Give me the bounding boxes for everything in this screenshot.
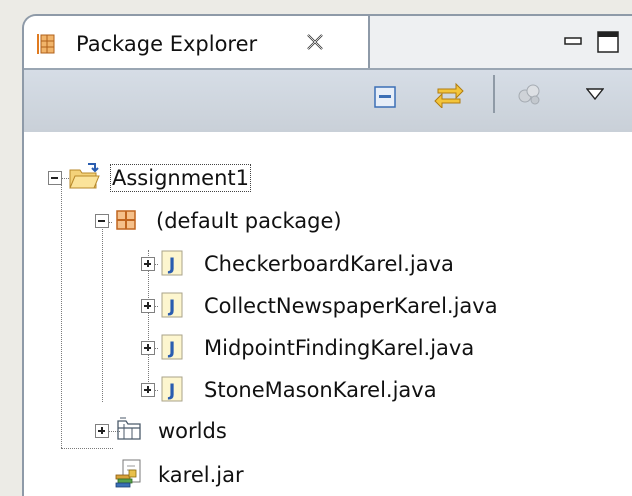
svg-text:J: J bbox=[168, 297, 175, 317]
filter-icon[interactable] bbox=[516, 82, 542, 106]
collapse-toggle-assignment1[interactable] bbox=[48, 171, 62, 185]
maximize-icon[interactable] bbox=[596, 30, 620, 54]
expand-toggle-file[interactable] bbox=[141, 341, 155, 355]
java-project-icon bbox=[69, 163, 100, 189]
java-file-icon: J bbox=[161, 376, 183, 402]
svg-text:J: J bbox=[168, 255, 175, 275]
collapse-toggle-default-package[interactable] bbox=[95, 214, 109, 228]
expand-toggle-file[interactable] bbox=[141, 383, 155, 397]
svg-text:J: J bbox=[168, 381, 175, 401]
folder-icon bbox=[117, 417, 141, 440]
tree-item-folder-label[interactable]: worlds bbox=[158, 419, 227, 443]
tree-item-file-label[interactable]: CollectNewspaperKarel.java bbox=[204, 294, 498, 318]
minimize-icon[interactable] bbox=[564, 36, 582, 46]
project-tree[interactable]: Assignment1 (default package) J Checkerb… bbox=[24, 132, 632, 496]
view-title-bar: Package Explorer bbox=[24, 16, 632, 68]
tree-item-file-label[interactable]: MidpointFindingKarel.java bbox=[204, 336, 474, 360]
close-icon[interactable] bbox=[305, 32, 325, 52]
package-explorer-icon bbox=[37, 34, 55, 54]
tree-item-package-label[interactable]: (default package) bbox=[156, 209, 342, 233]
tab-title: Package Explorer bbox=[76, 32, 258, 56]
jar-file-icon bbox=[115, 459, 141, 488]
tree-item-project-label[interactable]: Assignment1 bbox=[109, 164, 252, 192]
expand-toggle-worlds[interactable] bbox=[95, 424, 109, 438]
link-with-editor-icon[interactable] bbox=[434, 80, 464, 108]
java-file-icon: J bbox=[161, 292, 183, 318]
view-menu-chevron-icon[interactable] bbox=[586, 88, 604, 100]
expand-toggle-file[interactable] bbox=[141, 299, 155, 313]
collapse-all-icon[interactable] bbox=[374, 86, 396, 108]
tree-item-jar-label[interactable]: karel.jar bbox=[158, 463, 244, 487]
package-icon bbox=[116, 210, 136, 230]
java-file-icon: J bbox=[161, 334, 183, 360]
toolbar-separator bbox=[493, 75, 495, 113]
tree-item-file-label[interactable]: StoneMasonKarel.java bbox=[204, 378, 437, 402]
expand-toggle-file[interactable] bbox=[141, 257, 155, 271]
java-file-icon: J bbox=[161, 250, 183, 276]
tree-guide-line bbox=[148, 250, 149, 390]
tab-package-explorer[interactable]: Package Explorer bbox=[24, 16, 370, 68]
tree-guide-line bbox=[61, 448, 113, 449]
tree-guide-line bbox=[102, 222, 103, 402]
tree-guide-line bbox=[61, 178, 62, 448]
svg-text:J: J bbox=[168, 339, 175, 359]
tree-item-file-label[interactable]: CheckerboardKarel.java bbox=[204, 252, 454, 276]
